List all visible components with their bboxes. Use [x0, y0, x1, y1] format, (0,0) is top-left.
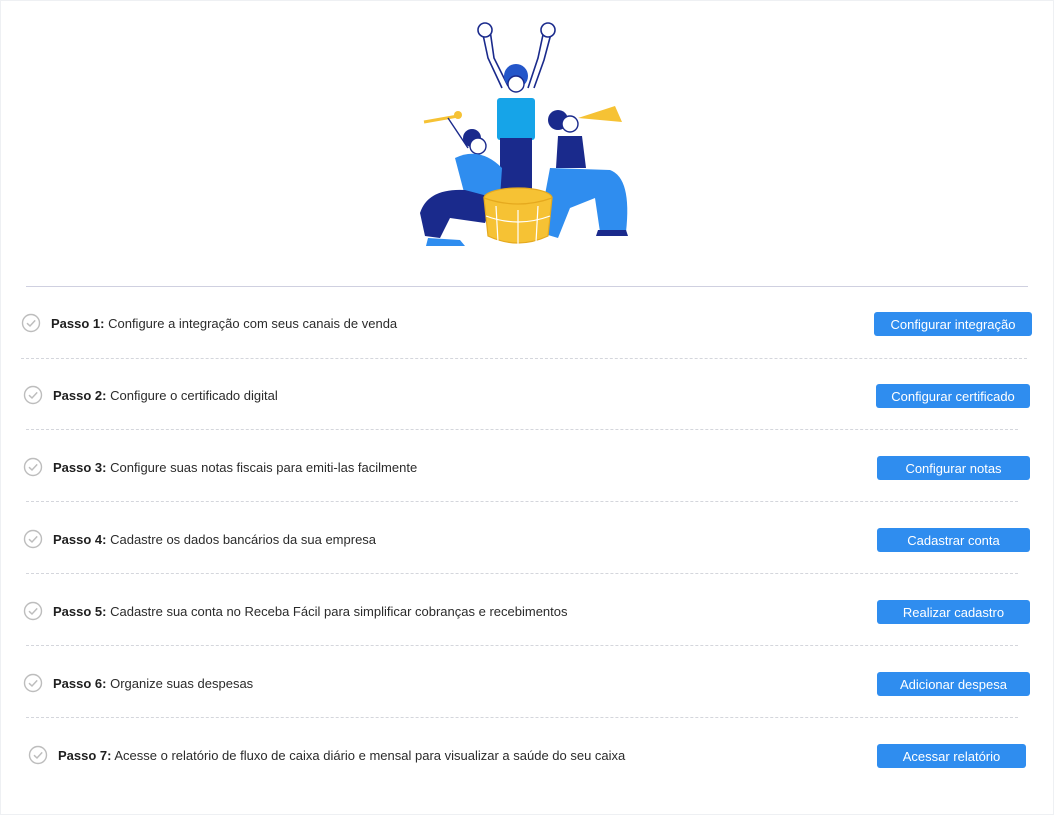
step-divider	[21, 358, 1027, 359]
step-3-description: Configure suas notas fiscais para emiti-…	[106, 459, 418, 475]
step-7-description: Acesse o relatório de fluxo de caixa diá…	[111, 747, 626, 763]
step-1-text: Passo 1: Configure a integração com seus…	[51, 316, 397, 331]
step-4-label: Passo 4:	[53, 531, 107, 547]
step-2-description: Configure o certificado digital	[106, 387, 278, 403]
check-circle-icon	[23, 529, 43, 549]
acessar-relatorio-button[interactable]: Acessar relatório	[877, 744, 1026, 768]
check-circle-icon	[28, 745, 48, 765]
step-3-text: Passo 3: Configure suas notas fiscais pa…	[53, 460, 417, 475]
check-circle-icon	[23, 457, 43, 477]
step-divider	[26, 501, 1018, 502]
step-5-description: Cadastre sua conta no Receba Fácil para …	[106, 603, 568, 619]
step-2: Passo 2: Configure o certificado digital	[23, 375, 278, 415]
realizar-cadastro-button[interactable]: Realizar cadastro	[877, 600, 1030, 624]
step-7-text: Passo 7: Acesse o relatório de fluxo de …	[58, 748, 625, 763]
step-5: Passo 5: Cadastre sua conta no Receba Fá…	[23, 591, 568, 631]
check-circle-icon	[23, 673, 43, 693]
configurar-certificado-button[interactable]: Configurar certificado	[876, 384, 1030, 408]
step-1-label: Passo 1:	[51, 315, 105, 331]
step-divider	[26, 573, 1018, 574]
check-circle-icon	[21, 313, 41, 333]
step-7-label: Passo 7:	[58, 747, 112, 763]
step-2-label: Passo 2:	[53, 387, 107, 403]
step-6: Passo 6: Organize suas despesas	[23, 663, 253, 703]
configurar-integracao-button[interactable]: Configurar integração	[874, 312, 1032, 336]
step-6-text: Passo 6: Organize suas despesas	[53, 676, 253, 691]
celebration-illustration	[420, 22, 628, 246]
step-7: Passo 7: Acesse o relatório de fluxo de …	[28, 735, 625, 775]
check-circle-icon	[23, 601, 43, 621]
step-divider	[26, 717, 1018, 718]
step-3-label: Passo 3:	[53, 459, 107, 475]
step-4-description: Cadastre os dados bancários da sua empre…	[106, 531, 377, 547]
check-circle-icon	[23, 385, 43, 405]
step-6-label: Passo 6:	[53, 675, 107, 691]
step-2-text: Passo 2: Configure o certificado digital	[53, 388, 278, 403]
step-5-label: Passo 5:	[53, 603, 107, 619]
cadastrar-conta-button[interactable]: Cadastrar conta	[877, 528, 1030, 552]
step-divider	[26, 645, 1018, 646]
step-divider	[26, 429, 1018, 430]
top-divider	[26, 286, 1028, 287]
step-1-description: Configure a integração com seus canais d…	[104, 315, 398, 331]
adicionar-despesa-button[interactable]: Adicionar despesa	[877, 672, 1030, 696]
step-4: Passo 4: Cadastre os dados bancários da …	[23, 519, 376, 559]
step-5-text: Passo 5: Cadastre sua conta no Receba Fá…	[53, 604, 568, 619]
step-1: Passo 1: Configure a integração com seus…	[21, 303, 397, 343]
step-6-description: Organize suas despesas	[106, 675, 254, 691]
step-4-text: Passo 4: Cadastre os dados bancários da …	[53, 532, 376, 547]
configurar-notas-button[interactable]: Configurar notas	[877, 456, 1030, 480]
step-3: Passo 3: Configure suas notas fiscais pa…	[23, 447, 417, 487]
